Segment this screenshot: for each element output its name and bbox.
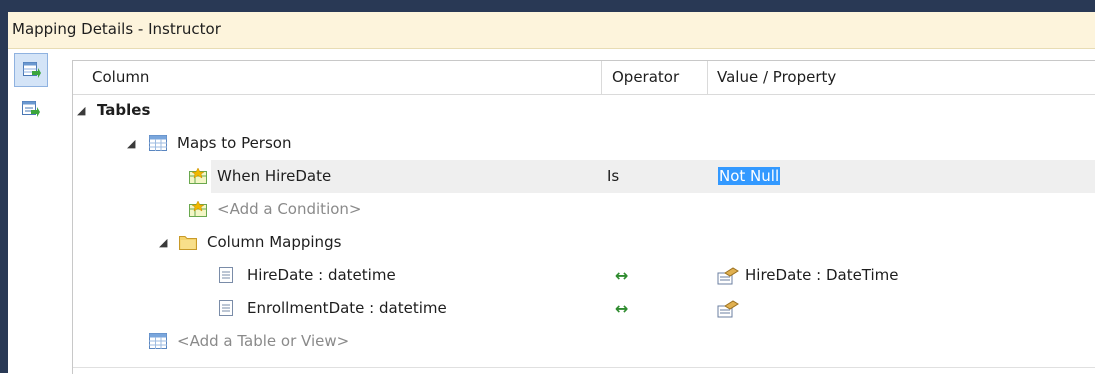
collapse-triangle-icon[interactable]: ◢	[127, 127, 135, 160]
condition-operator[interactable]: Is	[607, 160, 619, 193]
column-icon	[219, 267, 233, 283]
header-separator	[601, 61, 602, 94]
map-entity-to-functions-icon	[22, 101, 40, 117]
map-entity-to-table-icon	[23, 62, 41, 78]
map-to-functions-button[interactable]	[14, 93, 48, 127]
tables-label: Tables	[97, 101, 151, 119]
table-icon	[149, 135, 167, 151]
table-icon	[149, 333, 167, 349]
condition-icon	[189, 201, 207, 217]
tree-row-add-table[interactable]: <Add a Table or View>	[73, 325, 1095, 358]
add-table-label[interactable]: <Add a Table or View>	[177, 325, 349, 358]
window-frame-top	[0, 0, 1095, 12]
tree-row-mapping-hiredate[interactable]: HireDate : datetime ↔ HireDate : DateTim…	[73, 259, 1095, 292]
condition-icon	[189, 168, 207, 184]
mapping-property-value[interactable]: HireDate : DateTime	[745, 259, 899, 292]
column-icon	[219, 300, 233, 316]
bidirectional-arrow-icon: ↔	[615, 266, 629, 285]
folder-icon	[179, 236, 197, 250]
condition-value[interactable]: Not Null	[718, 160, 781, 193]
value-property-header[interactable]: Value / Property	[717, 61, 836, 94]
header-separator	[707, 61, 708, 94]
column-header[interactable]: Column	[92, 61, 149, 94]
collapse-triangle-icon[interactable]: ◢	[77, 94, 85, 127]
property-icon	[717, 267, 739, 285]
add-condition-label[interactable]: <Add a Condition>	[217, 193, 362, 226]
condition-value-text[interactable]: Not Null	[718, 167, 781, 185]
map-to-table-button[interactable]	[14, 53, 48, 87]
operator-header[interactable]: Operator	[612, 61, 679, 94]
title-bar: Mapping Details - Instructor	[8, 12, 1095, 49]
mapping-toolstrip	[8, 49, 64, 373]
window-title: Mapping Details - Instructor	[12, 20, 221, 38]
window-frame-left	[0, 0, 8, 373]
collapse-triangle-icon[interactable]: ◢	[159, 226, 167, 259]
condition-label: When HireDate	[217, 167, 332, 185]
property-icon[interactable]	[717, 300, 739, 318]
condition-row-content[interactable]: When HireDate Is Not Null	[73, 160, 1095, 193]
maps-to-label: Maps to Person	[177, 134, 292, 152]
grid-bottom-divider	[73, 367, 1095, 368]
tree-row-maps-to[interactable]: ◢ Maps to Person	[73, 127, 1095, 160]
grid-header: Column Operator Value / Property	[73, 61, 1095, 95]
column-mappings-label: Column Mappings	[207, 233, 342, 251]
tree-row-mapping-enrollmentdate[interactable]: EnrollmentDate : datetime ↔	[73, 292, 1095, 325]
mapping-grid: Column Operator Value / Property ◢ Table…	[72, 60, 1095, 374]
tree-row-add-condition[interactable]: <Add a Condition>	[73, 193, 1095, 226]
tree-row-column-mappings[interactable]: ◢ Column Mappings	[73, 226, 1095, 259]
mapping-column-label: HireDate : datetime	[247, 266, 396, 284]
mapping-column-label: EnrollmentDate : datetime	[247, 299, 447, 317]
tree-row-tables[interactable]: ◢ Tables	[73, 94, 1095, 127]
bidirectional-arrow-icon: ↔	[615, 299, 629, 318]
